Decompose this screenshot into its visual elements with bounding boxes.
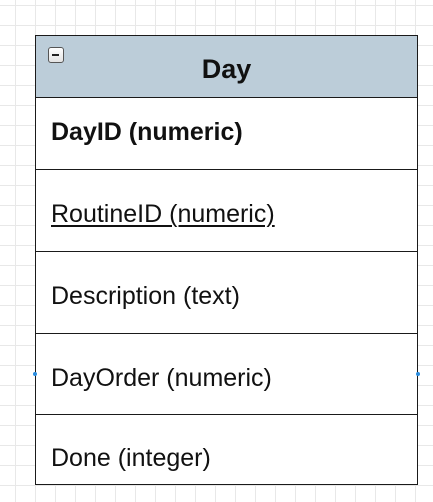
- entity-header: Day: [36, 36, 417, 98]
- attribute-row[interactable]: Done (integer): [36, 415, 417, 486]
- attribute-row[interactable]: Description (text): [36, 252, 417, 334]
- connection-point-right[interactable]: [416, 372, 420, 376]
- connection-point-left[interactable]: [33, 372, 37, 376]
- attribute-done: Done (integer): [51, 444, 211, 472]
- attribute-row[interactable]: RoutineID (numeric): [36, 170, 417, 252]
- attribute-description: Description (text): [51, 282, 240, 310]
- attribute-dayid: DayID (numeric): [51, 118, 243, 146]
- entity-title: Day: [201, 54, 252, 84]
- entity-day[interactable]: Day DayID (numeric) RoutineID (numeric) …: [35, 35, 418, 485]
- attribute-row[interactable]: DayID (numeric): [36, 98, 417, 170]
- attribute-dayorder: DayOrder (numeric): [51, 364, 272, 392]
- attribute-row[interactable]: DayOrder (numeric): [36, 334, 417, 415]
- attribute-routineid: RoutineID (numeric): [51, 200, 275, 228]
